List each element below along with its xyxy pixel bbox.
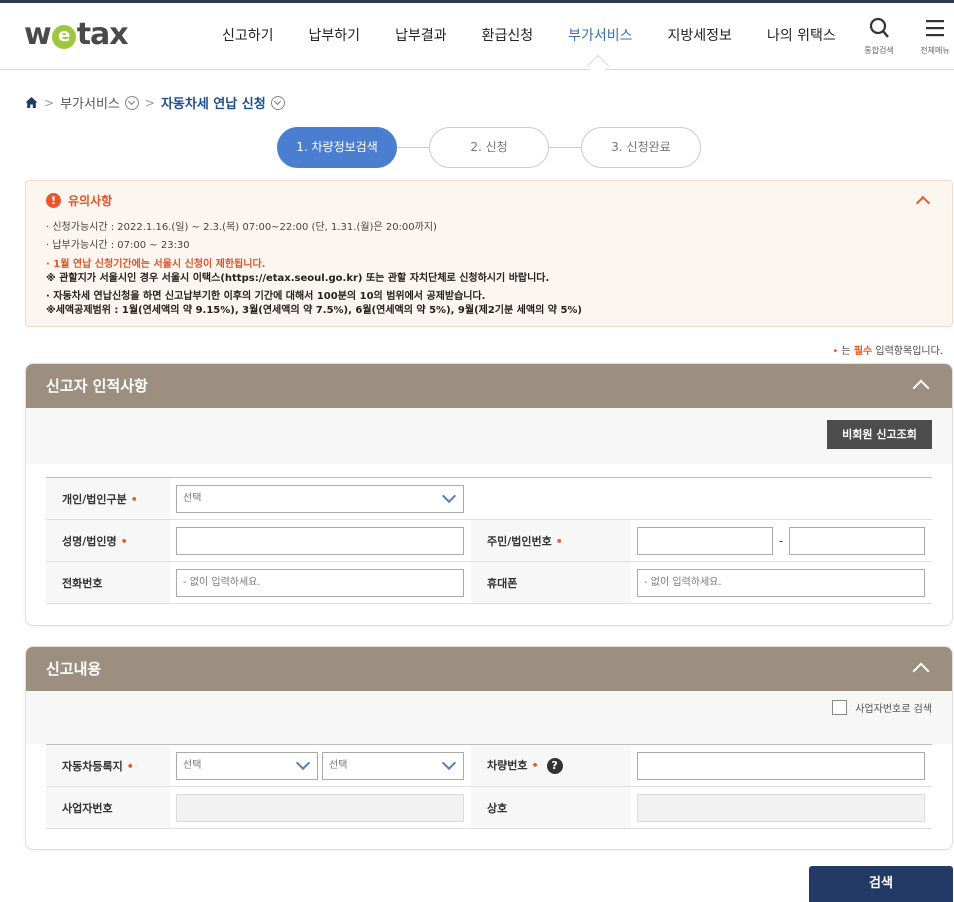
notice-line: · 납부가능시간 : 07:00 ~ 23:30 <box>46 240 190 251</box>
hamburger-menu-icon <box>926 20 944 37</box>
exclamation-icon: ! <box>46 193 61 208</box>
id-number-second-input[interactable] <box>789 526 925 555</box>
plate-number-input[interactable] <box>637 751 925 780</box>
notice-line: ※세액공제범위 : 1월(연세액의 약 9.15%), 3월(연세액의 약 7.… <box>46 305 582 316</box>
wetax-logo[interactable]: w e tax <box>24 17 129 52</box>
required-field-note: • 는 필수 입력항목입니다. <box>832 346 943 357</box>
notice-line-warning: · 1월 연납 신청기간에는 서울시 신청이 제한됩니다. <box>46 259 266 270</box>
region-select-district[interactable]: 선택 <box>322 751 464 780</box>
person-type-select[interactable]: 선택 <box>176 484 464 513</box>
id-separator: - <box>778 533 784 548</box>
region-select-city[interactable]: 선택 <box>176 751 318 780</box>
id-number-first-input[interactable] <box>637 526 773 555</box>
type-label: 개인/법인구분 • <box>46 477 170 520</box>
nav-item-local-tax-info[interactable]: 지방세정보 <box>668 25 732 45</box>
report-content-form: 자동차등록지 • 선택 선택 차량번호 •? 사업자번호 상호 <box>46 744 932 829</box>
plate-number-label: 차량번호 •? <box>471 744 631 787</box>
mobile-label: 휴대폰 <box>471 561 631 604</box>
notice-box: ! 유의사항 · 신청가능시간 : 2022.1.16.(일) ~ 2.3.(목)… <box>25 180 953 327</box>
help-icon[interactable]: ? <box>546 758 563 774</box>
checkbox-box[interactable] <box>832 700 848 715</box>
id-number-label: 주민/법인번호 • <box>471 519 631 562</box>
breadcrumb-current: 자동차세 연납 신청 <box>160 97 266 112</box>
chevron-up-icon[interactable] <box>912 379 930 397</box>
chevron-up-icon[interactable] <box>915 195 931 211</box>
main-nav: 신고하기 납부하기 납부결과 환급신청 부가서비스 지방세정보 나의 위택스 <box>222 25 871 45</box>
step-vehicle-search: 1. 차량정보검색 <box>277 127 397 168</box>
progress-steps: 1. 차량정보검색 2. 신청 3. 신청완료 <box>277 127 701 168</box>
mobile-input[interactable]: - 없이 입력하세요. <box>637 568 925 597</box>
report-content-panel: 신고내용 사업자번호로 검색 자동차등록지 • 선택 선택 차량번호 •? 사업자번… <box>25 646 953 850</box>
notice-line: · 신청가능시간 : 2022.1.16.(일) ~ 2.3.(목) 07:00… <box>46 222 437 233</box>
nav-item-extra-services[interactable]: 부가서비스 <box>568 25 632 45</box>
integrated-search-button[interactable]: 통합검색 <box>859 17 899 56</box>
panel-toolbar: 사업자번호로 검색 <box>26 691 952 744</box>
menu-label: 전체메뉴 <box>920 46 950 55</box>
chevron-down-icon <box>441 755 457 770</box>
panel-title: 신고자 인적사항 <box>26 364 952 408</box>
search-button[interactable]: 검색 <box>809 866 953 902</box>
nav-item-pay[interactable]: 납부하기 <box>309 25 361 45</box>
notice-line: · 자동차세 연납신청을 하면 신고납부기한 이후의 기간에 대해서 100분의… <box>46 291 486 302</box>
company-name-label: 상호 <box>471 786 631 829</box>
chevron-right-icon: > <box>44 95 55 110</box>
breadcrumb-item-extra-services[interactable]: 부가서비스 <box>60 93 120 112</box>
reporter-form: 개인/법인구분 • 선택 성명/법인명 • 주민/법인번호 • - 전화번호 - 없이… <box>46 477 932 604</box>
chevron-up-icon[interactable] <box>912 662 930 680</box>
biz-number-input <box>176 793 464 822</box>
nonmember-report-lookup-button[interactable]: 비회원 신고조회 <box>827 420 932 449</box>
chevron-down-icon <box>295 755 311 770</box>
search-label: 통합검색 <box>864 46 894 55</box>
nav-item-my-wetax[interactable]: 나의 위택스 <box>767 25 836 45</box>
company-name-input <box>637 793 925 822</box>
step-connector <box>549 147 581 148</box>
panel-title: 신고내용 <box>26 647 952 691</box>
search-icon <box>869 17 889 38</box>
nav-item-pay-result[interactable]: 납부결과 <box>395 25 447 45</box>
region-label: 자동차등록지 • <box>46 744 170 787</box>
chevron-down-icon[interactable] <box>270 95 285 110</box>
name-label: 성명/법인명 • <box>46 519 170 562</box>
nav-item-refund[interactable]: 환급신청 <box>482 25 534 45</box>
biz-number-search-checkbox[interactable]: 사업자번호로 검색 <box>832 700 932 715</box>
home-icon[interactable] <box>25 96 38 109</box>
nav-item-report[interactable]: 신고하기 <box>222 25 274 45</box>
chevron-down-icon[interactable] <box>124 95 139 110</box>
notice-title: ! 유의사항 <box>46 192 112 209</box>
notice-line: ※ 관할지가 서울시인 경우 서울시 이택스(https://etax.seou… <box>46 273 550 284</box>
reporter-info-panel: 신고자 인적사항 비회원 신고조회 개인/법인구분 • 선택 성명/법인명 • 주민… <box>25 363 953 626</box>
name-input[interactable] <box>176 526 464 555</box>
breadcrumb: > 부가서비스 > 자동차세 연납 신청 <box>25 93 285 112</box>
step-complete: 3. 신청완료 <box>581 127 701 168</box>
step-apply: 2. 신청 <box>429 127 549 168</box>
phone-label: 전화번호 <box>46 561 170 604</box>
notice-lines: · 신청가능시간 : 2022.1.16.(일) ~ 2.3.(목) 07:00… <box>46 219 582 318</box>
phone-input[interactable]: - 없이 입력하세요. <box>176 568 464 597</box>
step-connector <box>397 147 429 148</box>
chevron-down-icon <box>441 488 457 503</box>
all-menu-button[interactable]: 전체메뉴 <box>915 17 954 56</box>
panel-toolbar: 비회원 신고조회 <box>26 408 952 464</box>
chevron-right-icon: > <box>144 95 155 110</box>
biz-number-label: 사업자번호 <box>46 786 170 829</box>
site-header: w e tax 신고하기 납부하기 납부결과 환급신청 부가서비스 지방세정보 나의… <box>0 3 954 70</box>
